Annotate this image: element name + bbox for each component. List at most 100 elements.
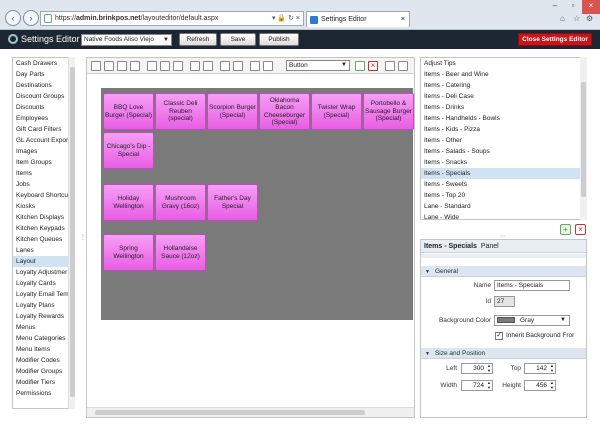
address-actions[interactable]: ▾ 🔒 ↻ × bbox=[272, 12, 300, 25]
sidebar-item[interactable]: Keyboard Shortcu bbox=[13, 190, 74, 201]
send-back-icon[interactable] bbox=[263, 61, 273, 71]
forward-icon[interactable]: › bbox=[23, 10, 39, 26]
sidebar-item[interactable]: Gift Card Filters bbox=[13, 124, 74, 135]
window-close-icon[interactable]: × bbox=[582, 0, 600, 14]
sidebar-item[interactable]: Cash Drawers bbox=[13, 58, 74, 69]
menu-button[interactable]: Mushroom Gravy (16oz) bbox=[155, 184, 206, 221]
left-stepper[interactable]: 300 ▲ ▼ bbox=[461, 363, 493, 374]
general-section-header[interactable]: ▼ General bbox=[421, 266, 586, 277]
sidebar-item[interactable]: Loyalty Rewards bbox=[13, 311, 74, 322]
sidebar-item[interactable]: Modifier Tiers bbox=[13, 377, 74, 388]
browser-tab[interactable]: Settings Editor × bbox=[306, 11, 410, 27]
panel-list-item[interactable]: Items - Other bbox=[421, 135, 586, 146]
panel-list-item[interactable]: Items - Beer and Wine bbox=[421, 69, 586, 80]
sidebar-item[interactable]: Loyalty Plans bbox=[13, 300, 74, 311]
menu-button[interactable]: Hollandaise Sauce (12oz) bbox=[155, 234, 206, 271]
location-select[interactable]: Native Foods Aliso Viejo ▼ bbox=[81, 34, 172, 46]
panel-list-item[interactable]: Items - Drinks bbox=[421, 102, 586, 113]
refresh-button[interactable]: Refresh bbox=[179, 33, 217, 46]
panel-list-item[interactable]: Adjust Tips bbox=[421, 58, 586, 69]
panel-list-item[interactable]: Items - Catering bbox=[421, 80, 586, 91]
favorites-icon[interactable]: ☆ bbox=[573, 14, 580, 23]
horizontal-scrollbar-thumb[interactable] bbox=[95, 410, 365, 415]
sidebar-item[interactable]: Menus bbox=[13, 322, 74, 333]
sidebar-item[interactable]: Layout bbox=[13, 256, 74, 267]
sidebar-item[interactable]: Destinations bbox=[13, 80, 74, 91]
sidebar-item[interactable]: Permissions bbox=[13, 388, 74, 399]
sidebar-item[interactable]: Kitchen Displays bbox=[13, 212, 74, 223]
sidebar-item[interactable]: Employees bbox=[13, 113, 74, 124]
sidebar-item[interactable]: Kiosks bbox=[13, 201, 74, 212]
sidebar-item[interactable]: Lanes bbox=[13, 245, 74, 256]
maximize-icon[interactable]: ▫ bbox=[564, 0, 582, 14]
sidebar-item[interactable]: GL Account Expor bbox=[13, 135, 74, 146]
panel-list-item[interactable]: Items - Kids - Pizza bbox=[421, 124, 586, 135]
add-element-icon[interactable] bbox=[355, 61, 365, 71]
same-width-icon[interactable] bbox=[147, 61, 157, 71]
element-type-select[interactable]: Button ▼ bbox=[286, 60, 350, 71]
delete-panel-icon[interactable]: × bbox=[575, 224, 586, 235]
sidebar-item[interactable]: Day Parts bbox=[13, 69, 74, 80]
stepper-arrows-icon[interactable]: ▲ ▼ bbox=[550, 380, 554, 390]
stepper-arrows-icon[interactable]: ▲ ▼ bbox=[487, 363, 491, 373]
sidebar-item[interactable]: Modifier Groups bbox=[13, 366, 74, 377]
left-scrollbar-thumb[interactable] bbox=[70, 67, 75, 397]
left-scrollbar[interactable] bbox=[68, 57, 75, 409]
panel-list-item[interactable]: Items - Handhelds - Bowls bbox=[421, 113, 586, 124]
menu-button[interactable]: Father's Day Special bbox=[207, 184, 258, 221]
snap-icon[interactable] bbox=[233, 61, 243, 71]
menu-button[interactable]: Oklahoma Bacon Cheeseburger (Special) bbox=[259, 93, 310, 130]
menu-button[interactable]: Classic Deli Reuben (special) bbox=[155, 93, 206, 130]
inherit-background-checkbox[interactable]: ✓ bbox=[495, 332, 503, 340]
close-settings-editor-button[interactable]: Close Settings Editor bbox=[518, 33, 592, 46]
width-stepper[interactable]: 724 ▲ ▼ bbox=[461, 380, 493, 391]
sidebar-item[interactable]: Menu Items bbox=[13, 344, 74, 355]
copy-icon[interactable] bbox=[385, 61, 395, 71]
menu-button[interactable]: Spring Wellington bbox=[103, 234, 154, 271]
height-stepper[interactable]: 456 ▲ ▼ bbox=[524, 380, 556, 391]
align-top-icon[interactable] bbox=[104, 61, 114, 71]
sidebar-item[interactable]: Discount Groups bbox=[13, 91, 74, 102]
save-button[interactable]: Save bbox=[220, 33, 256, 46]
space-vertical-icon[interactable] bbox=[203, 61, 213, 71]
sidebar-item[interactable]: Images bbox=[13, 146, 74, 157]
panel-list-item[interactable]: Items - Salads - Soups bbox=[421, 146, 586, 157]
paste-icon[interactable] bbox=[398, 61, 408, 71]
publish-button[interactable]: Publish bbox=[259, 33, 299, 46]
menu-button[interactable]: BBQ Love Burger (Special) bbox=[103, 93, 154, 130]
name-field[interactable]: Items - Specials bbox=[494, 280, 570, 291]
bring-front-icon[interactable] bbox=[250, 61, 260, 71]
panel-list-item[interactable]: Items - Top 20 bbox=[421, 190, 586, 201]
panel-list-item[interactable]: Items - Sweets bbox=[421, 179, 586, 190]
sidebar-item[interactable]: Menu Categories bbox=[13, 333, 74, 344]
minimize-icon[interactable]: – bbox=[546, 0, 564, 14]
stepper-arrows-icon[interactable]: ▲ ▼ bbox=[550, 363, 554, 373]
sidebar-item[interactable]: Jobs bbox=[13, 179, 74, 190]
panel-list-item[interactable]: Items - Snacks bbox=[421, 157, 586, 168]
menu-button[interactable]: Chicago's Dip - Special bbox=[103, 132, 154, 169]
panel-list-item[interactable]: Lane - Standard bbox=[421, 201, 586, 212]
panel-list-item[interactable]: Items - Deli Case bbox=[421, 91, 586, 102]
sidebar-item[interactable]: Discounts bbox=[13, 102, 74, 113]
space-horizontal-icon[interactable] bbox=[190, 61, 200, 71]
right-scrollbar[interactable] bbox=[580, 57, 587, 220]
sidebar-item[interactable]: Kitchen Keypads bbox=[13, 223, 74, 234]
sidebar-item[interactable]: Loyalty Email Tem bbox=[13, 289, 74, 300]
sidebar-item[interactable]: Items bbox=[13, 168, 74, 179]
panel-list-item[interactable]: Items - Specials bbox=[421, 168, 586, 179]
add-panel-icon[interactable]: + bbox=[560, 224, 571, 235]
same-size-icon[interactable] bbox=[173, 61, 183, 71]
same-height-icon[interactable] bbox=[160, 61, 170, 71]
top-stepper[interactable]: 142 ▲ ▼ bbox=[524, 363, 556, 374]
align-left-icon[interactable] bbox=[91, 61, 101, 71]
horizontal-scrollbar[interactable] bbox=[87, 407, 414, 417]
background-color-select[interactable]: Gray ▼ bbox=[494, 315, 570, 326]
grid-icon[interactable] bbox=[220, 61, 230, 71]
sidebar-item[interactable]: Item Groups bbox=[13, 157, 74, 168]
sidebar-item[interactable]: Kitchen Queues bbox=[13, 234, 74, 245]
sidebar-item[interactable]: Loyalty Adjustmer bbox=[13, 267, 74, 278]
back-icon[interactable]: ‹ bbox=[5, 10, 21, 26]
delete-element-icon[interactable]: × bbox=[368, 61, 378, 71]
size-position-section-header[interactable]: ▼ Size and Position bbox=[421, 348, 586, 359]
tools-gear-icon[interactable]: ⚙ bbox=[586, 14, 593, 23]
